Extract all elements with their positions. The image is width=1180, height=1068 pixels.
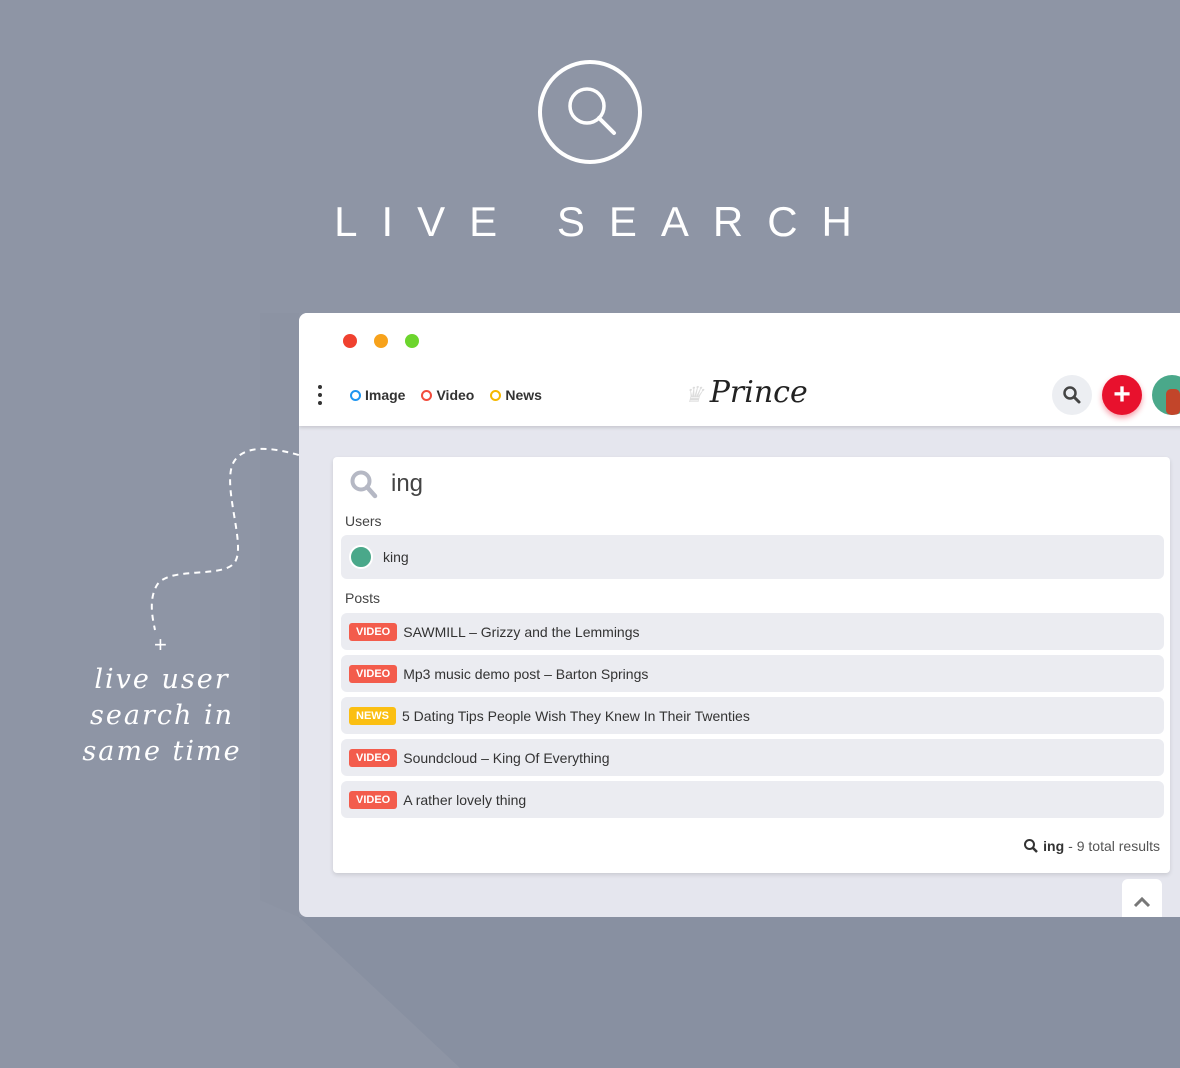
user-avatar[interactable] xyxy=(1152,375,1180,415)
crown-icon: ♛ xyxy=(684,383,704,408)
users-heading: Users xyxy=(345,513,382,529)
total-results-link[interactable]: ing - 9 total results xyxy=(1023,838,1160,854)
logo[interactable]: ♛ Prince xyxy=(684,375,808,410)
posts-heading: Posts xyxy=(345,590,381,606)
maximize-window-button[interactable] xyxy=(405,334,419,348)
user-name: king xyxy=(383,549,409,565)
filter-image[interactable]: Image xyxy=(350,387,405,403)
search-field[interactable]: ing xyxy=(349,469,423,499)
user-result[interactable]: king xyxy=(341,535,1164,579)
search-results-panel: ing Users king Posts VIDEO SAWMILL – Griz… xyxy=(333,457,1170,873)
browser-window: Image Video News ♛ Prince + ing Users kin… xyxy=(299,313,1180,917)
filter-label: News xyxy=(505,387,542,403)
filter-label: Video xyxy=(436,387,475,403)
post-title: Mp3 music demo post – Barton Springs xyxy=(403,665,649,682)
chevron-up-icon xyxy=(1133,896,1151,907)
note-line: search in xyxy=(90,700,234,731)
radio-icon xyxy=(421,389,433,401)
post-result[interactable]: VIDEO SAWMILL – Grizzy and the Lemmings xyxy=(341,613,1164,650)
scroll-to-top-button[interactable] xyxy=(1122,879,1162,917)
post-result[interactable]: NEWS 5 Dating Tips People Wish They Knew … xyxy=(341,697,1164,734)
post-title: Soundcloud – King Of Everything xyxy=(403,749,610,766)
post-type-badge: NEWS xyxy=(349,706,396,725)
post-type-badge: VIDEO xyxy=(349,748,398,767)
user-avatar xyxy=(349,545,373,569)
search-button[interactable] xyxy=(1052,375,1092,415)
total-query: ing xyxy=(1043,838,1065,854)
annotation-note: live user search in same time xyxy=(62,662,262,770)
note-line: live user xyxy=(94,664,230,695)
post-type-badge: VIDEO xyxy=(349,622,398,641)
post-title: SAWMILL – Grizzy and the Lemmings xyxy=(403,623,640,640)
search-filters: Image Video News xyxy=(350,387,542,403)
radio-icon xyxy=(350,389,361,401)
radio-icon xyxy=(490,389,502,401)
search-icon xyxy=(1024,839,1039,853)
post-title: A rather lovely thing xyxy=(403,791,527,808)
filter-news[interactable]: News xyxy=(490,387,542,403)
search-icon xyxy=(1063,386,1081,404)
menu-dots-icon[interactable] xyxy=(318,385,324,409)
hero-search-icon xyxy=(538,60,642,164)
dashed-curve-decoration xyxy=(150,447,331,631)
top-bar: Image Video News ♛ Prince + xyxy=(299,313,1180,426)
close-window-button[interactable] xyxy=(343,334,357,348)
note-line: same time xyxy=(82,736,242,767)
filter-label: Image xyxy=(365,387,406,403)
post-type-badge: VIDEO xyxy=(349,790,398,809)
filter-video[interactable]: Video xyxy=(421,387,474,403)
post-result[interactable]: VIDEO Soundcloud – King Of Everything xyxy=(341,739,1164,776)
post-result[interactable]: VIDEO A rather lovely thing xyxy=(341,781,1164,818)
logo-text: Prince xyxy=(709,375,808,410)
post-type-badge: VIDEO xyxy=(349,664,398,683)
minimize-window-button[interactable] xyxy=(374,334,388,348)
plus-mark: + xyxy=(154,632,167,657)
post-result[interactable]: VIDEO Mp3 music demo post – Barton Spring… xyxy=(341,655,1164,692)
total-text: - 9 total results xyxy=(1068,838,1160,854)
search-icon xyxy=(350,470,378,499)
add-button[interactable]: + xyxy=(1102,375,1142,415)
search-query[interactable]: ing xyxy=(391,470,423,498)
post-title: 5 Dating Tips People Wish They Knew In T… xyxy=(402,707,750,724)
